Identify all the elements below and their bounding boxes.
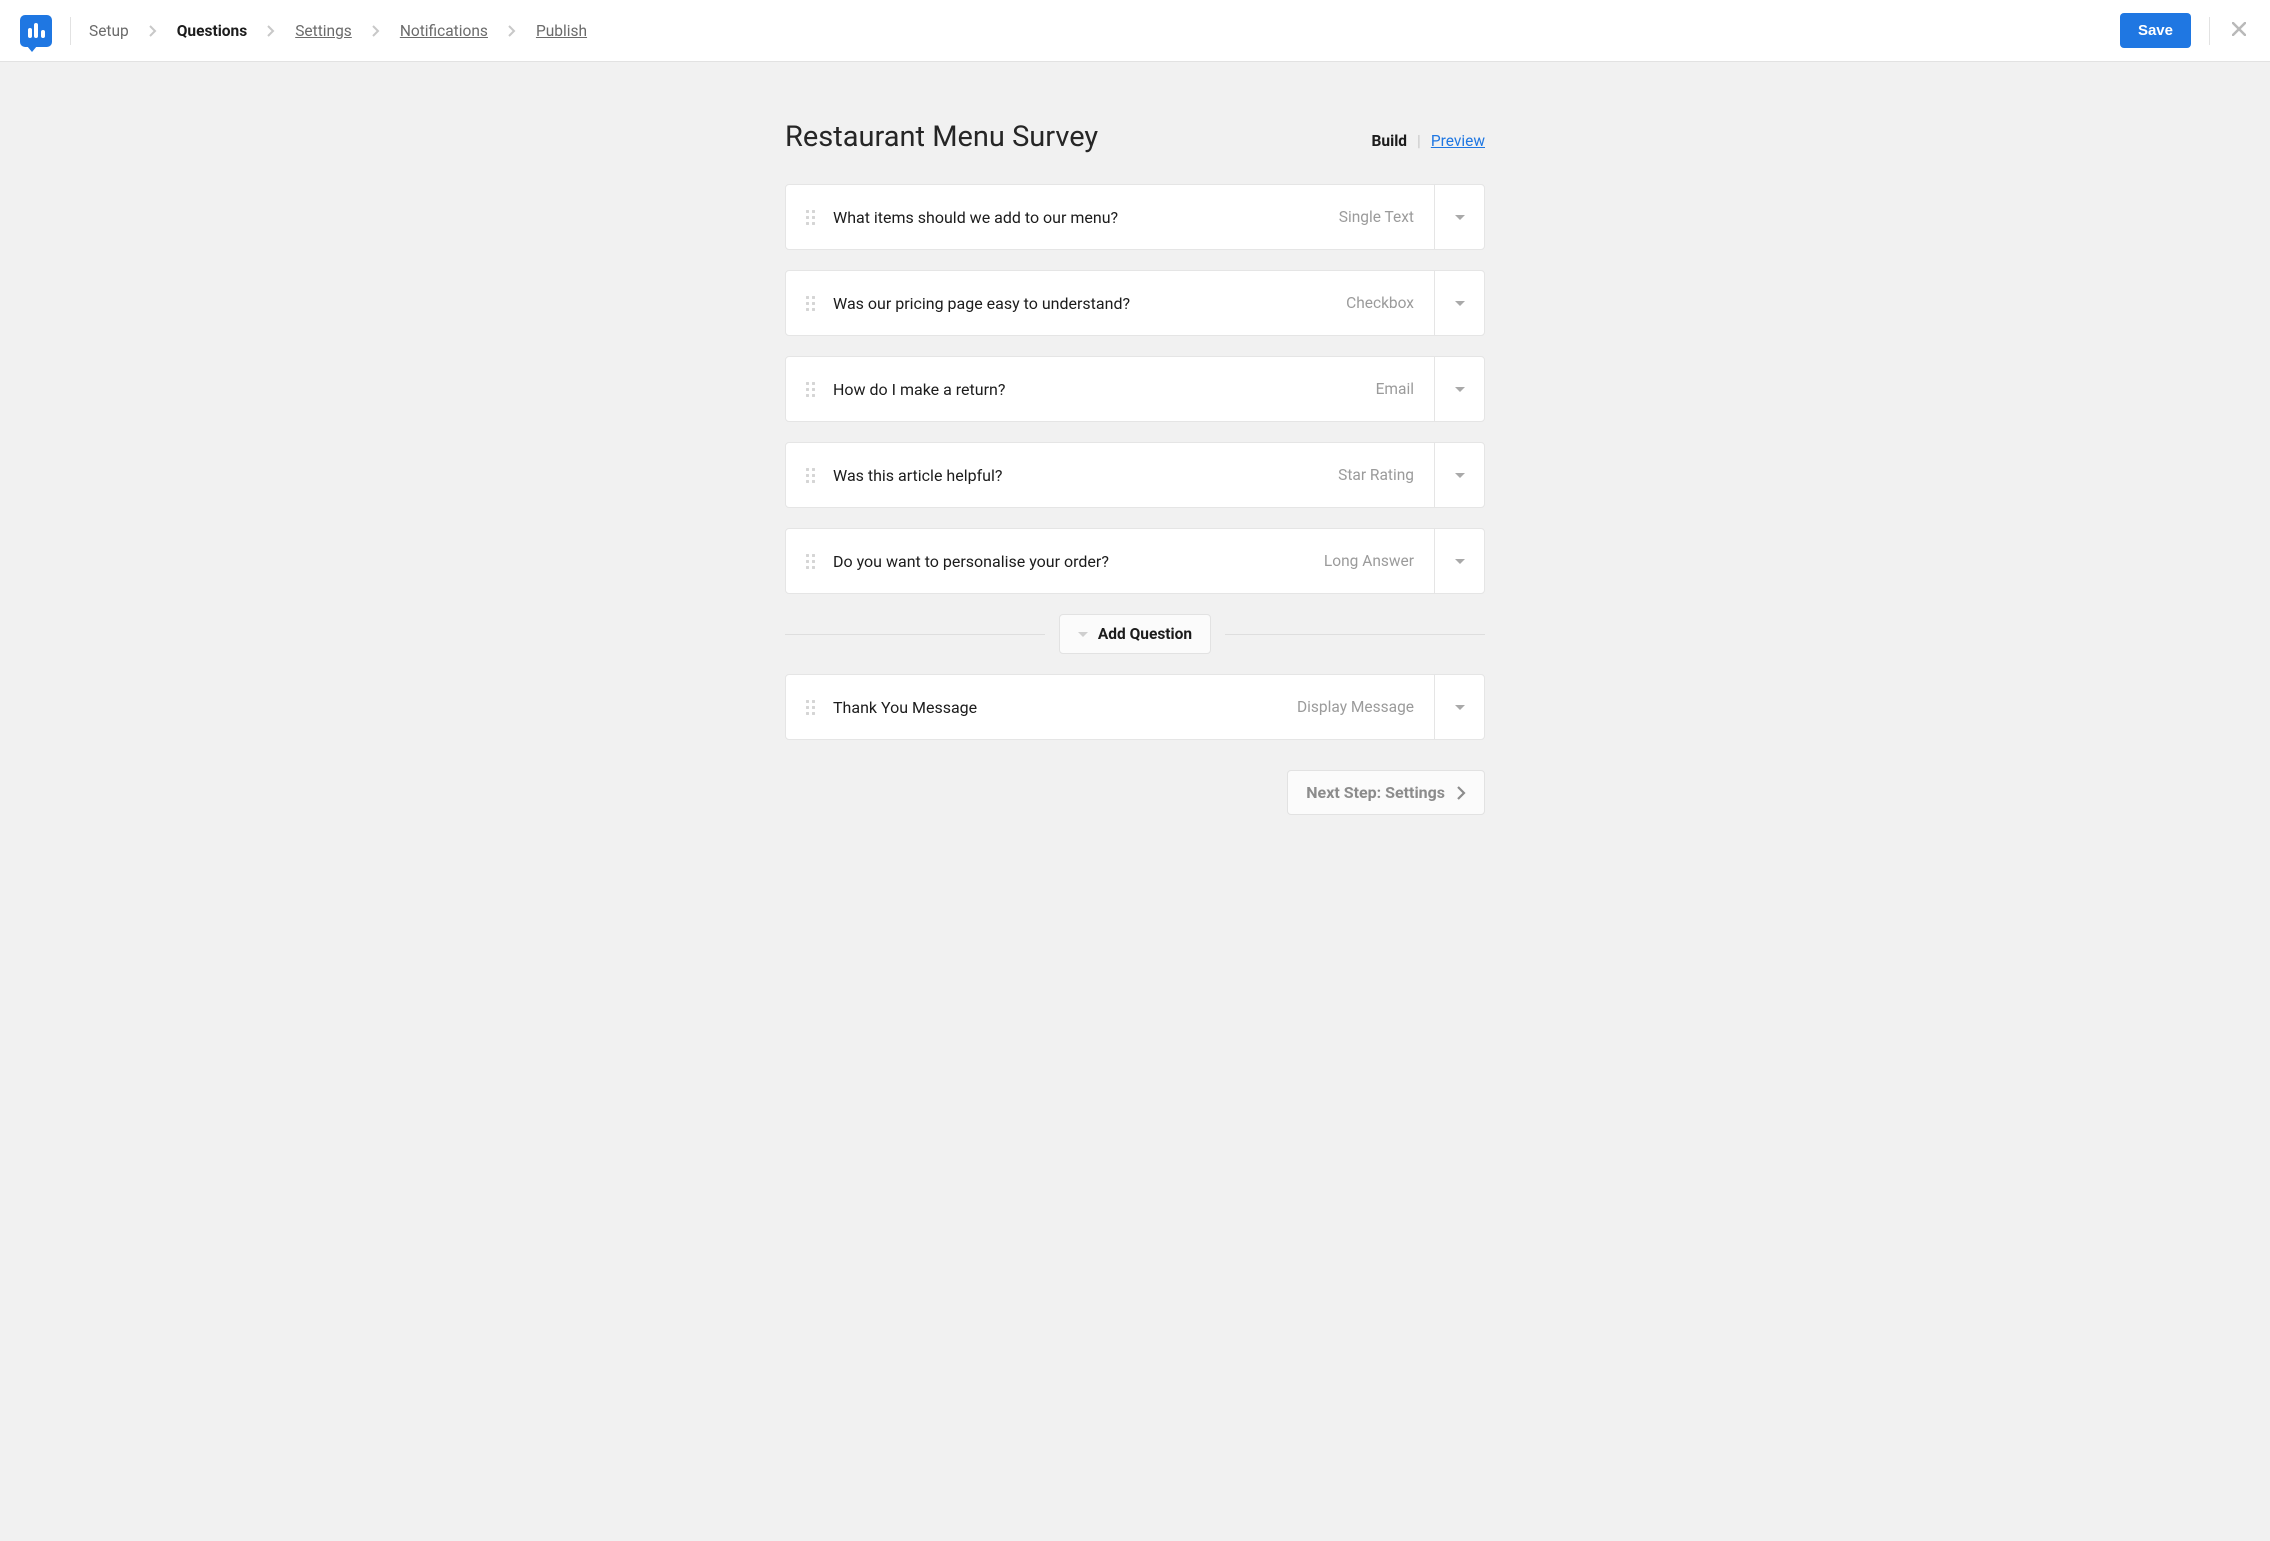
question-type: Display Message (1297, 698, 1414, 716)
footer: Next Step: Settings (785, 770, 1485, 815)
drag-handle-icon[interactable] (806, 468, 815, 483)
chevron-down-icon (1455, 473, 1465, 478)
nav-questions[interactable]: Questions (177, 22, 247, 40)
divider (1225, 634, 1485, 635)
expand-toggle[interactable] (1434, 357, 1484, 421)
chevron-down-icon (1455, 559, 1465, 564)
chevron-right-icon (267, 25, 275, 37)
chevron-down-icon (1455, 705, 1465, 710)
drag-handle-icon[interactable] (806, 382, 815, 397)
question-text: Do you want to personalise your order? (833, 552, 1306, 571)
question-row[interactable]: How do I make a return? Email (785, 356, 1485, 422)
chevron-down-icon (1078, 632, 1088, 637)
expand-toggle[interactable] (1434, 675, 1484, 739)
divider (2209, 17, 2210, 45)
breadcrumb: Setup Questions Settings Notifications P… (89, 22, 2102, 40)
page-title: Restaurant Menu Survey (785, 120, 1098, 154)
expand-toggle[interactable] (1434, 185, 1484, 249)
add-question-row: Add Question (785, 614, 1485, 654)
page-header: Restaurant Menu Survey Build | Preview (785, 120, 1485, 154)
thankyou-row[interactable]: Thank You Message Display Message (785, 674, 1485, 740)
question-text: What items should we add to our menu? (833, 208, 1321, 227)
question-row[interactable]: What items should we add to our menu? Si… (785, 184, 1485, 250)
drag-handle-icon[interactable] (806, 210, 815, 225)
next-step-label: Next Step: Settings (1306, 783, 1445, 802)
divider (785, 634, 1045, 635)
tab-build[interactable]: Build (1372, 132, 1408, 150)
question-type: Star Rating (1338, 466, 1414, 484)
top-bar: Setup Questions Settings Notifications P… (0, 0, 2270, 62)
drag-handle-icon[interactable] (806, 700, 815, 715)
add-question-label: Add Question (1098, 625, 1192, 643)
question-text: Thank You Message (833, 698, 1279, 717)
question-row[interactable]: Do you want to personalise your order? L… (785, 528, 1485, 594)
question-text: Was this article helpful? (833, 466, 1320, 485)
question-type: Single Text (1339, 208, 1414, 226)
question-row[interactable]: Was this article helpful? Star Rating (785, 442, 1485, 508)
chevron-right-icon (1457, 786, 1466, 800)
next-step-button[interactable]: Next Step: Settings (1287, 770, 1485, 815)
save-button[interactable]: Save (2120, 13, 2191, 48)
question-text: Was our pricing page easy to understand? (833, 294, 1328, 313)
expand-toggle[interactable] (1434, 529, 1484, 593)
nav-settings[interactable]: Settings (295, 22, 352, 40)
mode-toggle: Build | Preview (1372, 132, 1485, 150)
chevron-down-icon (1455, 387, 1465, 392)
chevron-down-icon (1455, 301, 1465, 306)
drag-handle-icon[interactable] (806, 296, 815, 311)
divider (70, 17, 71, 45)
close-icon[interactable] (2228, 17, 2250, 44)
add-question-button[interactable]: Add Question (1059, 614, 1211, 654)
question-text: How do I make a return? (833, 380, 1358, 399)
nav-setup[interactable]: Setup (89, 22, 129, 40)
expand-toggle[interactable] (1434, 443, 1484, 507)
expand-toggle[interactable] (1434, 271, 1484, 335)
question-type: Checkbox (1346, 294, 1414, 312)
chevron-right-icon (149, 25, 157, 37)
app-logo-icon[interactable] (20, 15, 52, 47)
chevron-down-icon (1455, 215, 1465, 220)
chevron-right-icon (372, 25, 380, 37)
question-type: Email (1376, 380, 1414, 398)
nav-notifications[interactable]: Notifications (400, 22, 488, 40)
drag-handle-icon[interactable] (806, 554, 815, 569)
main-content: Restaurant Menu Survey Build | Preview W… (785, 62, 1485, 855)
question-row[interactable]: Was our pricing page easy to understand?… (785, 270, 1485, 336)
nav-publish[interactable]: Publish (536, 22, 587, 40)
chevron-right-icon (508, 25, 516, 37)
question-type: Long Answer (1324, 552, 1414, 570)
divider: | (1417, 132, 1421, 150)
tab-preview[interactable]: Preview (1431, 132, 1485, 150)
